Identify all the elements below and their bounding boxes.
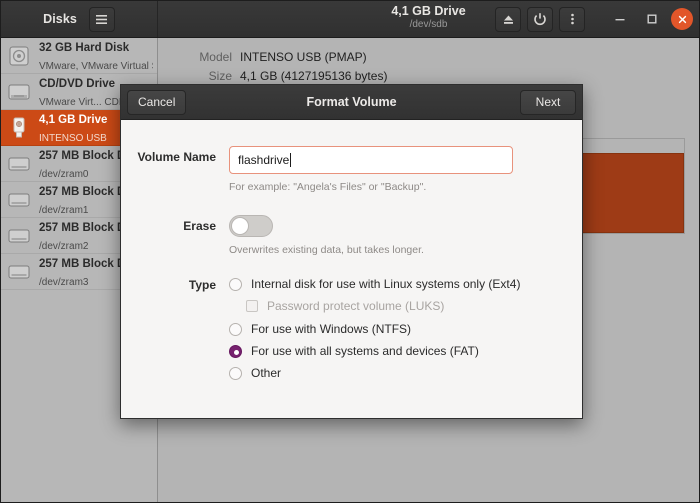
sidebar-item-subtitle: INTENSO USB (39, 132, 107, 144)
type-option-label: For use with all systems and devices (FA… (251, 344, 479, 358)
type-option-fat[interactable]: For use with all systems and devices (FA… (229, 344, 558, 358)
checkbox-icon (246, 300, 258, 312)
type-control: Internal disk for use with Linux systems… (229, 277, 582, 388)
text-caret (290, 153, 292, 167)
type-label: Type (188, 278, 216, 292)
volume-name-value: flashdrive (238, 153, 290, 167)
more-vertical-icon (570, 13, 574, 25)
hard-disk-icon (6, 43, 32, 69)
dialog-body: Volume Name flashdrive For example: "Ang… (121, 120, 582, 418)
type-row: Type Internal disk for use with Linux sy… (121, 277, 582, 388)
optical-drive-icon (6, 79, 32, 105)
dialog-header: Cancel Format Volume Next (121, 85, 582, 120)
sidebar-item-subtitle: /dev/zram3 (39, 276, 89, 288)
block-device-icon (6, 223, 32, 249)
usb-drive-icon (6, 115, 32, 141)
sidebar-item-subtitle: /dev/zram0 (39, 168, 89, 180)
volume-name-row: Volume Name flashdrive For example: "Ang… (121, 146, 582, 193)
close-icon (678, 15, 686, 23)
sidebar-item-subtitle: VMware, VMware Virtual S (39, 60, 153, 72)
dialog-title: Format Volume (306, 95, 397, 109)
sidebar-item-hard-disk[interactable]: 32 GB Hard Disk VMware, VMware Virtual S (1, 38, 157, 74)
sidebar-item-text: 32 GB Hard Disk VMware, VMware Virtual S (39, 38, 153, 74)
type-option-label: Internal disk for use with Linux systems… (251, 277, 521, 291)
sidebar-item-title: CD/DVD Drive (39, 77, 116, 90)
erase-hint: Overwrites existing data, but takes long… (229, 244, 424, 256)
titlebar-actions (495, 1, 693, 37)
erase-row: Erase Overwrites existing data, but take… (121, 215, 582, 256)
app-title: Disks (43, 12, 77, 26)
disks-window: Disks 4,1 GB Drive /dev/sdb 32 GB Hard D… (0, 0, 700, 503)
hamburger-menu-icon (96, 14, 108, 24)
next-button[interactable]: Next (520, 89, 576, 115)
erase-toggle[interactable] (229, 215, 273, 237)
more-options-button[interactable] (559, 6, 585, 32)
radio-icon-selected (229, 344, 242, 358)
sidebar-item-title: 32 GB Hard Disk (39, 41, 130, 54)
block-device-icon (6, 151, 32, 177)
hamburger-menu-button[interactable] (88, 6, 115, 32)
type-option-ntfs[interactable]: For use with Windows (NTFS) (229, 322, 558, 336)
model-label: Model (199, 50, 232, 64)
radio-icon (229, 366, 242, 380)
luks-checkbox-label: Password protect volume (LUKS) (267, 299, 445, 313)
power-button[interactable] (527, 6, 553, 32)
block-device-icon (6, 259, 32, 285)
luks-checkbox-row: Password protect volume (LUKS) (246, 299, 558, 313)
eject-icon (503, 15, 513, 24)
sidebar-item-subtitle: /dev/zram1 (39, 204, 89, 216)
type-option-label: Other (251, 366, 282, 380)
type-option-label: For use with Windows (NTFS) (251, 322, 412, 336)
volume-name-input[interactable]: flashdrive (229, 146, 513, 174)
minimize-button[interactable] (607, 6, 633, 32)
erase-control: Overwrites existing data, but takes long… (229, 215, 582, 256)
format-volume-dialog: Cancel Format Volume Next Volume Name fl… (120, 84, 583, 419)
eject-button[interactable] (495, 6, 521, 32)
sidebar-item-title: 4,1 GB Drive (39, 113, 108, 126)
erase-label: Erase (183, 219, 216, 233)
drive-info-table: Model INTENSO USB (PMAP) Size 4,1 GB (41… (158, 38, 699, 86)
minimize-icon (615, 19, 625, 21)
type-option-ext4[interactable]: Internal disk for use with Linux systems… (229, 277, 558, 291)
erase-toggle-knob (231, 217, 249, 235)
power-icon (534, 13, 546, 25)
titlebar-left-section: Disks (1, 1, 158, 37)
close-button[interactable] (671, 8, 693, 30)
drive-info-row-model: Model INTENSO USB (PMAP) (158, 48, 699, 67)
window-titlebar: Disks 4,1 GB Drive /dev/sdb (1, 1, 699, 38)
volume-name-hint: For example: "Angela's Files" or "Backup… (229, 181, 427, 193)
titlebar-right-section: 4,1 GB Drive /dev/sdb (158, 1, 699, 37)
radio-icon (229, 322, 242, 336)
maximize-icon (647, 14, 657, 24)
radio-icon (229, 277, 242, 291)
type-option-other[interactable]: Other (229, 366, 558, 380)
cancel-button[interactable]: Cancel (127, 89, 187, 115)
block-device-icon (6, 187, 32, 213)
volume-name-label: Volume Name (137, 150, 216, 164)
sidebar-item-subtitle: /dev/zram2 (39, 240, 89, 252)
volume-name-control: flashdrive For example: "Angela's Files"… (229, 146, 582, 193)
maximize-button[interactable] (639, 6, 665, 32)
model-value: INTENSO USB (PMAP) (240, 50, 367, 64)
